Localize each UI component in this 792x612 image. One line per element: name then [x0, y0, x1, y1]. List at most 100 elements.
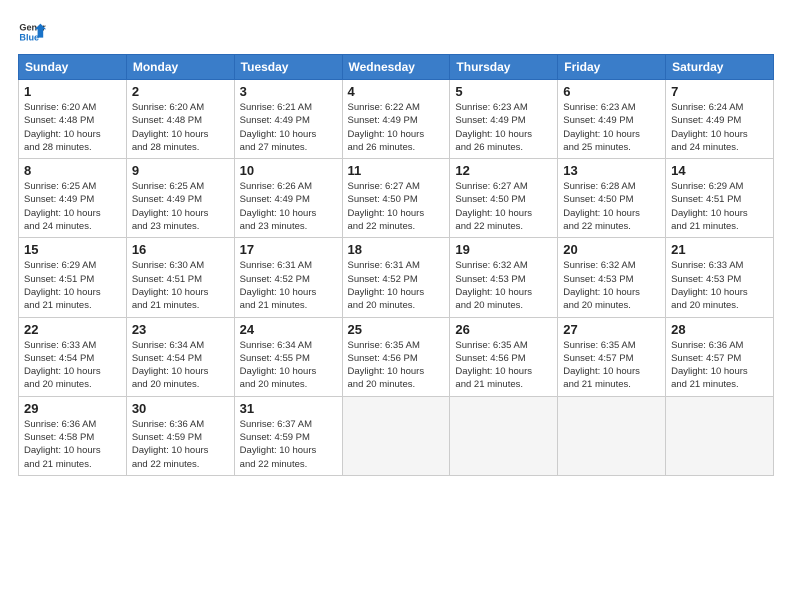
day-number: 1	[24, 84, 121, 99]
day-info: Sunrise: 6:26 AMSunset: 4:49 PMDaylight:…	[240, 180, 337, 233]
day-info: Sunrise: 6:27 AMSunset: 4:50 PMDaylight:…	[455, 180, 552, 233]
day-info: Sunrise: 6:35 AMSunset: 4:56 PMDaylight:…	[455, 339, 552, 392]
calendar-week-4: 22Sunrise: 6:33 AMSunset: 4:54 PMDayligh…	[19, 317, 774, 396]
day-info: Sunrise: 6:28 AMSunset: 4:50 PMDaylight:…	[563, 180, 660, 233]
day-number: 14	[671, 163, 768, 178]
day-info: Sunrise: 6:31 AMSunset: 4:52 PMDaylight:…	[240, 259, 337, 312]
day-info: Sunrise: 6:33 AMSunset: 4:53 PMDaylight:…	[671, 259, 768, 312]
calendar-cell: 11Sunrise: 6:27 AMSunset: 4:50 PMDayligh…	[342, 159, 450, 238]
calendar-cell	[450, 396, 558, 475]
day-number: 7	[671, 84, 768, 99]
day-info: Sunrise: 6:29 AMSunset: 4:51 PMDaylight:…	[671, 180, 768, 233]
day-number: 26	[455, 322, 552, 337]
day-info: Sunrise: 6:35 AMSunset: 4:57 PMDaylight:…	[563, 339, 660, 392]
day-number: 15	[24, 242, 121, 257]
day-info: Sunrise: 6:27 AMSunset: 4:50 PMDaylight:…	[348, 180, 445, 233]
calendar-header-friday: Friday	[558, 55, 666, 80]
day-number: 9	[132, 163, 229, 178]
calendar-cell	[558, 396, 666, 475]
day-number: 27	[563, 322, 660, 337]
day-info: Sunrise: 6:32 AMSunset: 4:53 PMDaylight:…	[455, 259, 552, 312]
logo-icon: General Blue	[18, 18, 46, 46]
day-info: Sunrise: 6:21 AMSunset: 4:49 PMDaylight:…	[240, 101, 337, 154]
day-info: Sunrise: 6:34 AMSunset: 4:54 PMDaylight:…	[132, 339, 229, 392]
calendar-cell: 3 Sunrise: 6:21 AMSunset: 4:49 PMDaylight…	[234, 80, 342, 159]
day-number: 16	[132, 242, 229, 257]
calendar-cell: 22Sunrise: 6:33 AMSunset: 4:54 PMDayligh…	[19, 317, 127, 396]
day-number: 18	[348, 242, 445, 257]
day-info: Sunrise: 6:36 AMSunset: 4:57 PMDaylight:…	[671, 339, 768, 392]
calendar-cell	[342, 396, 450, 475]
calendar-cell: 6 Sunrise: 6:23 AMSunset: 4:49 PMDaylight…	[558, 80, 666, 159]
day-info: Sunrise: 6:29 AMSunset: 4:51 PMDaylight:…	[24, 259, 121, 312]
calendar-cell: 12 Sunrise: 6:27 AMSunset: 4:50 PMDayligh…	[450, 159, 558, 238]
calendar-cell: 1 Sunrise: 6:20 AMSunset: 4:48 PMDaylight…	[19, 80, 127, 159]
day-info: Sunrise: 6:34 AMSunset: 4:55 PMDaylight:…	[240, 339, 337, 392]
calendar-cell: 2 Sunrise: 6:20 AMSunset: 4:48 PMDaylight…	[126, 80, 234, 159]
day-number: 12	[455, 163, 552, 178]
day-info: Sunrise: 6:23 AMSunset: 4:49 PMDaylight:…	[563, 101, 660, 154]
logo: General Blue	[18, 18, 50, 46]
calendar-cell: 7 Sunrise: 6:24 AMSunset: 4:49 PMDaylight…	[666, 80, 774, 159]
calendar-table: SundayMondayTuesdayWednesdayThursdayFrid…	[18, 54, 774, 476]
header: General Blue	[18, 18, 774, 46]
calendar-cell: 30 Sunrise: 6:36 AMSunset: 4:59 PMDayligh…	[126, 396, 234, 475]
calendar-week-2: 8 Sunrise: 6:25 AMSunset: 4:49 PMDaylight…	[19, 159, 774, 238]
calendar-cell: 16 Sunrise: 6:30 AMSunset: 4:51 PMDayligh…	[126, 238, 234, 317]
calendar-cell: 21 Sunrise: 6:33 AMSunset: 4:53 PMDayligh…	[666, 238, 774, 317]
day-number: 29	[24, 401, 121, 416]
calendar-week-5: 29Sunrise: 6:36 AMSunset: 4:58 PMDayligh…	[19, 396, 774, 475]
day-info: Sunrise: 6:25 AMSunset: 4:49 PMDaylight:…	[24, 180, 121, 233]
svg-text:Blue: Blue	[19, 32, 39, 42]
day-info: Sunrise: 6:22 AMSunset: 4:49 PMDaylight:…	[348, 101, 445, 154]
day-number: 17	[240, 242, 337, 257]
day-number: 30	[132, 401, 229, 416]
day-number: 2	[132, 84, 229, 99]
day-number: 19	[455, 242, 552, 257]
day-number: 8	[24, 163, 121, 178]
day-number: 28	[671, 322, 768, 337]
calendar-cell: 27 Sunrise: 6:35 AMSunset: 4:57 PMDayligh…	[558, 317, 666, 396]
calendar-cell: 15 Sunrise: 6:29 AMSunset: 4:51 PMDayligh…	[19, 238, 127, 317]
day-info: Sunrise: 6:37 AMSunset: 4:59 PMDaylight:…	[240, 418, 337, 471]
calendar-cell: 29Sunrise: 6:36 AMSunset: 4:58 PMDayligh…	[19, 396, 127, 475]
calendar-cell: 25 Sunrise: 6:35 AMSunset: 4:56 PMDayligh…	[342, 317, 450, 396]
calendar-header-monday: Monday	[126, 55, 234, 80]
day-info: Sunrise: 6:30 AMSunset: 4:51 PMDaylight:…	[132, 259, 229, 312]
calendar-header-row: SundayMondayTuesdayWednesdayThursdayFrid…	[19, 55, 774, 80]
calendar-cell	[666, 396, 774, 475]
calendar-cell: 14 Sunrise: 6:29 AMSunset: 4:51 PMDayligh…	[666, 159, 774, 238]
day-number: 3	[240, 84, 337, 99]
calendar-cell: 20 Sunrise: 6:32 AMSunset: 4:53 PMDayligh…	[558, 238, 666, 317]
calendar-header-saturday: Saturday	[666, 55, 774, 80]
day-number: 6	[563, 84, 660, 99]
day-info: Sunrise: 6:36 AMSunset: 4:59 PMDaylight:…	[132, 418, 229, 471]
calendar-cell: 5Sunrise: 6:23 AMSunset: 4:49 PMDaylight…	[450, 80, 558, 159]
calendar-cell: 13Sunrise: 6:28 AMSunset: 4:50 PMDayligh…	[558, 159, 666, 238]
calendar-cell: 19 Sunrise: 6:32 AMSunset: 4:53 PMDayligh…	[450, 238, 558, 317]
calendar-week-1: 1 Sunrise: 6:20 AMSunset: 4:48 PMDaylight…	[19, 80, 774, 159]
day-number: 25	[348, 322, 445, 337]
calendar-cell: 8 Sunrise: 6:25 AMSunset: 4:49 PMDaylight…	[19, 159, 127, 238]
day-info: Sunrise: 6:24 AMSunset: 4:49 PMDaylight:…	[671, 101, 768, 154]
day-number: 5	[455, 84, 552, 99]
day-info: Sunrise: 6:35 AMSunset: 4:56 PMDaylight:…	[348, 339, 445, 392]
page: General Blue SundayMondayTuesdayWednesda…	[0, 0, 792, 612]
day-info: Sunrise: 6:31 AMSunset: 4:52 PMDaylight:…	[348, 259, 445, 312]
calendar-cell: 9Sunrise: 6:25 AMSunset: 4:49 PMDaylight…	[126, 159, 234, 238]
calendar-cell: 26 Sunrise: 6:35 AMSunset: 4:56 PMDayligh…	[450, 317, 558, 396]
day-number: 21	[671, 242, 768, 257]
day-number: 20	[563, 242, 660, 257]
calendar-cell: 18 Sunrise: 6:31 AMSunset: 4:52 PMDayligh…	[342, 238, 450, 317]
calendar-cell: 4Sunrise: 6:22 AMSunset: 4:49 PMDaylight…	[342, 80, 450, 159]
calendar-cell: 31Sunrise: 6:37 AMSunset: 4:59 PMDayligh…	[234, 396, 342, 475]
calendar-cell: 23Sunrise: 6:34 AMSunset: 4:54 PMDayligh…	[126, 317, 234, 396]
day-info: Sunrise: 6:20 AMSunset: 4:48 PMDaylight:…	[24, 101, 121, 154]
day-info: Sunrise: 6:32 AMSunset: 4:53 PMDaylight:…	[563, 259, 660, 312]
day-info: Sunrise: 6:20 AMSunset: 4:48 PMDaylight:…	[132, 101, 229, 154]
calendar-cell: 24 Sunrise: 6:34 AMSunset: 4:55 PMDayligh…	[234, 317, 342, 396]
calendar-header-tuesday: Tuesday	[234, 55, 342, 80]
day-info: Sunrise: 6:33 AMSunset: 4:54 PMDaylight:…	[24, 339, 121, 392]
day-number: 24	[240, 322, 337, 337]
calendar-week-3: 15 Sunrise: 6:29 AMSunset: 4:51 PMDayligh…	[19, 238, 774, 317]
